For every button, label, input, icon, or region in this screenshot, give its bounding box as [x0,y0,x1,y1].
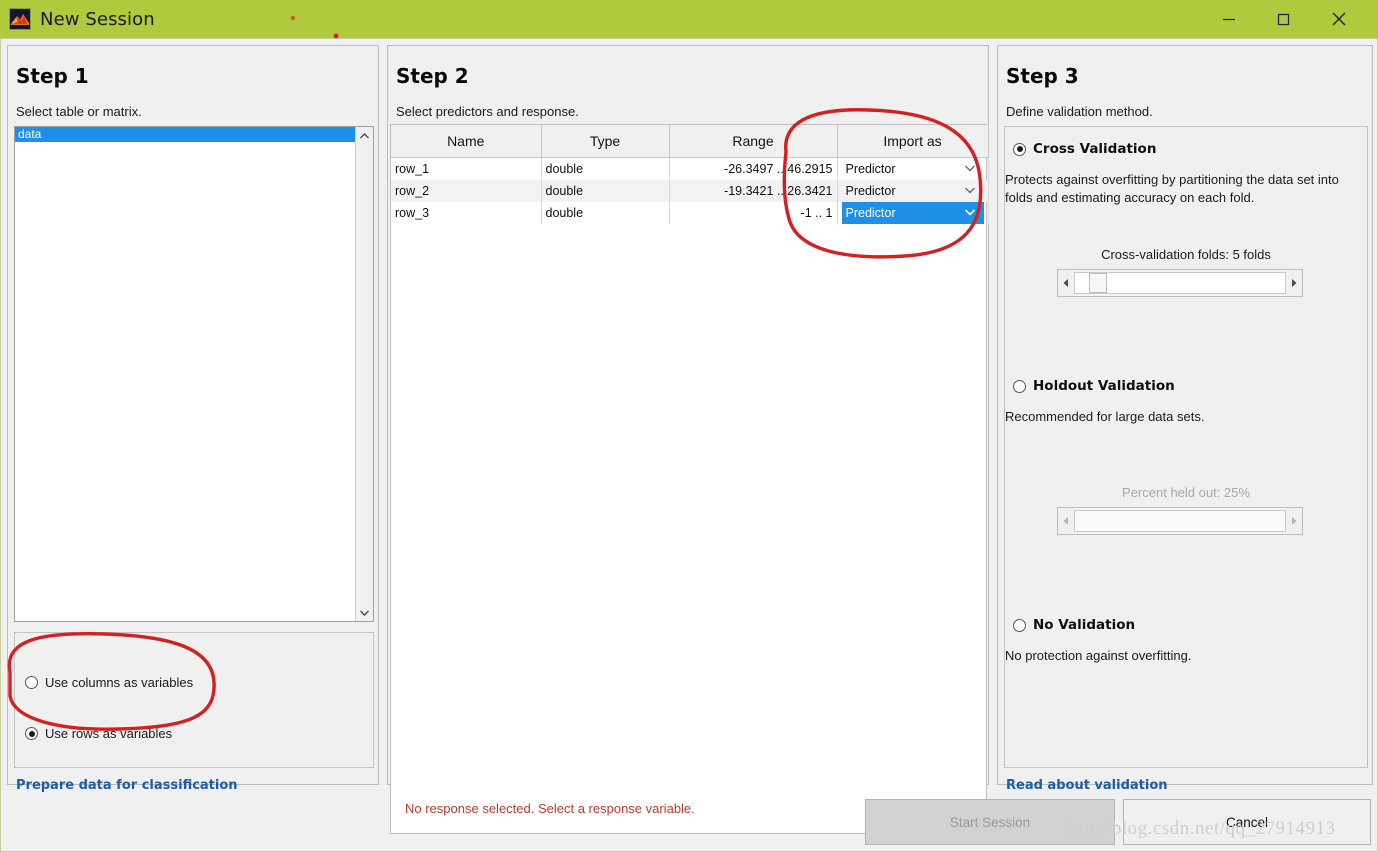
holdout-percent-slider[interactable] [1057,507,1303,535]
cross-validation-description: Protects against overfitting by partitio… [1005,172,1339,205]
variable-list-scrollbar[interactable] [355,127,373,621]
minimize-icon[interactable] [1206,0,1252,38]
status-message: No response selected. Select a response … [405,801,695,816]
matlab-membrane-icon [9,8,31,30]
cross-validation-folds-slider[interactable] [1057,269,1303,297]
close-icon[interactable] [1316,0,1362,38]
radio-label: No Validation [1033,617,1136,633]
column-header-import-as: Import as [837,125,989,158]
read-about-validation-link[interactable]: Read about validation [1006,778,1168,793]
cell-type: double [541,202,670,224]
import-as-dropdown[interactable]: Predictor [842,158,984,180]
prepare-data-link[interactable]: Prepare data for classification [16,778,238,793]
radio-use-rows-as-variables[interactable]: Use rows as variables [25,726,172,741]
holdout-validation-description: Recommended for large data sets. [1005,409,1205,424]
radio-icon [1013,142,1026,156]
radio-label: Cross Validation [1033,141,1157,157]
chevron-down-icon [964,186,976,197]
cell-import-as[interactable]: Predictor [837,180,989,202]
cell-import-as[interactable]: Predictor [837,202,989,224]
chevron-down-icon[interactable] [356,604,373,621]
chevron-down-icon [964,164,976,175]
import-as-value: Predictor [845,184,896,198]
step1-subtitle: Select table or matrix. [16,104,142,119]
cell-import-as[interactable]: Predictor [837,157,989,180]
radio-use-columns-as-variables[interactable]: Use columns as variables [25,675,193,690]
maximize-icon[interactable] [1260,0,1306,38]
window-titlebar: New Session [0,0,1378,38]
column-header-type: Type [541,125,670,158]
cell-range: -19.3421 .. 26.3421 [669,180,838,202]
variable-orientation-group: Use columns as variables Use rows as var… [14,632,374,768]
cell-range: -26.3497 .. 46.2915 [669,157,838,180]
radio-icon [25,727,38,740]
cell-name: row_1 [391,157,542,180]
import-as-dropdown[interactable]: Predictor [841,202,984,224]
step2-subtitle: Select predictors and response. [396,104,579,119]
radio-label: Use columns as variables [45,675,194,690]
variable-list[interactable]: data [14,126,374,622]
list-item[interactable]: data [15,127,356,142]
validation-options-group: Cross Validation Protects against overfi… [1004,126,1368,768]
slider-right-arrow-icon[interactable] [1286,508,1302,534]
no-validation-description: No protection against overfitting. [1005,648,1192,663]
column-header-range: Range [669,125,838,158]
step3-panel: Step 3 Define validation method. Cross V… [997,45,1373,793]
slider-track[interactable] [1074,272,1286,294]
radio-label: Use rows as variables [45,726,173,741]
table-row[interactable]: row_3 double -1 .. 1 Predictor [391,202,989,224]
radio-icon [25,676,38,689]
radio-label: Holdout Validation [1033,378,1175,394]
new-session-dialog: Step 1 Select table or matrix. data Use … [0,38,1378,852]
slider-thumb[interactable] [1089,273,1107,293]
slider-left-arrow-icon[interactable] [1058,270,1074,296]
step3-subtitle: Define validation method. [1006,104,1153,119]
step1-title: Step 1 [16,64,89,88]
slider-track[interactable] [1074,510,1286,532]
radio-icon [1013,618,1026,632]
slider-left-arrow-icon[interactable] [1058,508,1074,534]
watermark-text: http://blog.csdn.net/qq_27914913 [1063,818,1336,839]
table-row[interactable]: row_1 double -26.3497 .. 46.2915 Predict… [391,157,989,180]
radio-holdout-validation[interactable]: Holdout Validation [1013,378,1175,394]
slider-right-arrow-icon[interactable] [1286,270,1302,296]
import-as-dropdown[interactable]: Predictor [842,180,984,202]
cross-validation-folds-label: Cross-validation folds: 5 folds [1101,247,1271,262]
step1-panel: Step 1 Select table or matrix. data Use … [7,45,379,793]
cell-range: -1 .. 1 [669,202,838,224]
holdout-percent-label: Percent held out: 25% [1122,485,1250,500]
predictor-table[interactable]: Name Type Range Import as row_1 double -… [390,124,989,834]
cell-type: double [541,180,670,202]
table-row[interactable]: row_2 double -19.3421 .. 26.3421 Predict… [391,180,989,202]
radio-no-validation[interactable]: No Validation [1013,617,1135,633]
chevron-up-icon[interactable] [356,127,373,144]
import-as-value: Predictor [845,206,896,220]
chevron-down-icon [964,208,976,219]
cell-name: row_3 [391,202,542,224]
step2-title: Step 2 [396,64,469,88]
step3-title: Step 3 [1006,64,1079,88]
variable-list-items[interactable]: data [15,127,356,621]
table-header-row: Name Type Range Import as [391,125,989,158]
radio-cross-validation[interactable]: Cross Validation [1013,141,1156,157]
window-title: New Session [40,8,155,30]
cell-name: row_2 [391,180,542,202]
cell-type: double [541,157,670,180]
step2-panel: Step 2 Select predictors and response. N… [387,45,989,834]
column-header-name: Name [391,125,542,158]
radio-icon [1013,379,1026,393]
import-as-value: Predictor [845,162,896,176]
